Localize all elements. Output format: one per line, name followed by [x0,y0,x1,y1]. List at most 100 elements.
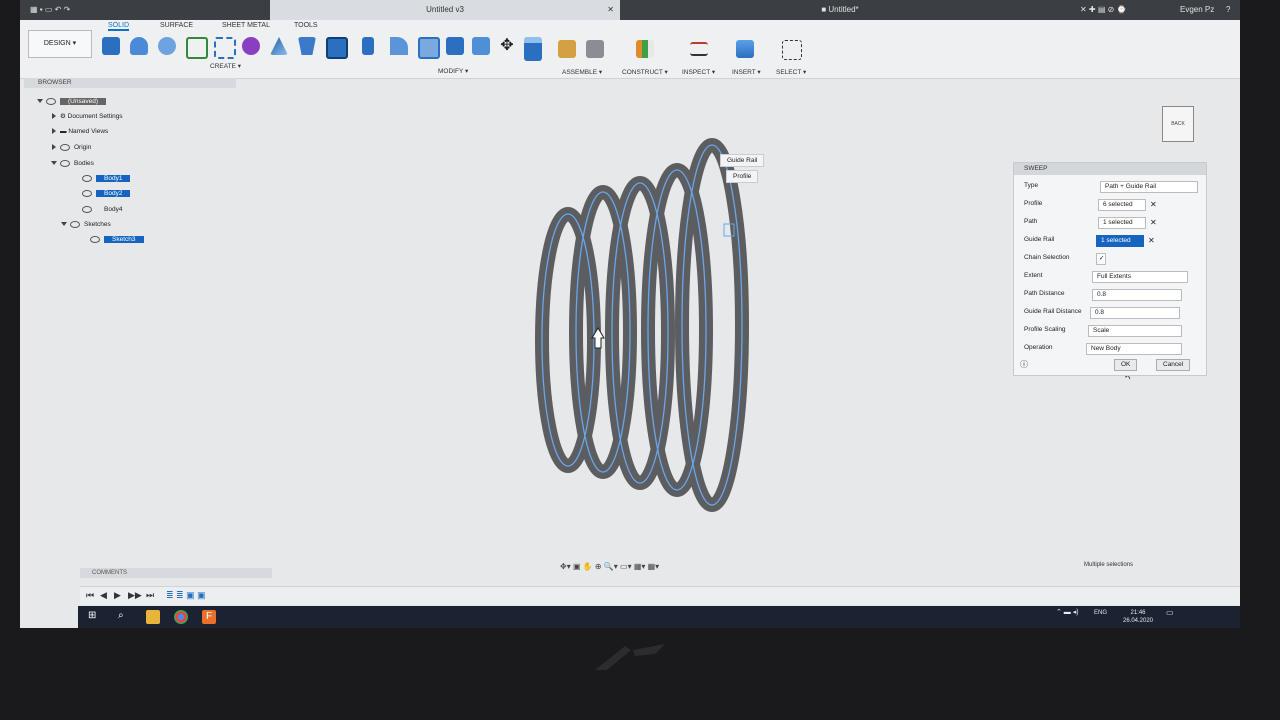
comments-panel[interactable]: COMMENTS [80,568,272,578]
fusion-360-icon[interactable]: F [202,610,216,624]
timeline-play-icon[interactable]: ▶ [114,590,121,601]
search-icon[interactable]: ⌕ [118,610,132,624]
eye-icon[interactable] [90,235,100,243]
split-icon[interactable] [472,37,490,55]
clear-path-icon[interactable]: ✕ [1150,216,1157,230]
measure-icon[interactable] [690,42,708,56]
timeline-next-icon[interactable]: ▶▶ [128,590,142,601]
tree-origin[interactable]: Origin [52,142,91,153]
insert-image-icon[interactable] [736,40,754,58]
eye-icon[interactable] [82,189,92,197]
eye-icon[interactable] [46,97,56,105]
info-icon[interactable]: ⓘ [1020,359,1028,370]
profile-scaling-select[interactable]: Scale [1088,325,1182,337]
extrude-icon[interactable] [130,37,148,55]
eye-icon[interactable] [60,143,70,151]
combine-icon[interactable] [446,37,464,55]
eye-icon[interactable] [70,220,80,228]
tab-tools[interactable]: TOOLS [294,22,318,29]
ok-button[interactable]: OK [1114,359,1138,371]
clock[interactable]: 21:46 26.04.2020 [1118,609,1158,625]
chrome-icon[interactable] [174,610,188,624]
path-row: Path 1 selected ✕ [1014,215,1206,229]
fillet-icon[interactable] [390,37,408,55]
select-icon[interactable] [782,40,802,60]
timeline-prev-icon[interactable]: ◀ [100,590,107,601]
navigation-bar[interactable]: ✥▾ ▣ ✋ ⊕ 🔍▾ ▭▾ ▦▾ ▦▾ [560,562,700,574]
inspect-group-label[interactable]: INSPECT ▾ [682,68,715,76]
context-menu-guide-rail[interactable]: Guide Rail [720,154,765,167]
press-pull-icon[interactable] [362,37,374,55]
move-icon[interactable]: ✥ [498,37,516,55]
tree-root[interactable]: (Unsaved) [37,96,106,107]
profile-selector[interactable]: 6 selected [1098,199,1146,211]
clear-guide-rail-icon[interactable]: ✕ [1148,234,1155,248]
joint-icon[interactable] [586,40,604,58]
coil-edge-3 [611,182,669,484]
guide-rail-distance-input[interactable]: 0.8 [1090,307,1180,319]
loft-icon[interactable] [270,37,288,55]
create-sketch-icon[interactable] [186,37,208,59]
chain-selection-checkbox[interactable]: ✓ [1096,253,1106,265]
tree-body2[interactable]: Body2 [82,188,131,199]
sweep-title[interactable]: SWEEP [1014,163,1206,175]
eye-icon[interactable] [82,174,92,182]
timeline-end-icon[interactable]: ⏭ [146,590,154,601]
tree-sketches[interactable]: Sketches [61,219,111,230]
construct-group-label[interactable]: CONSTRUCT ▾ [622,68,668,76]
browser-title[interactable]: BROWSER [24,78,236,88]
tree-sketch3[interactable]: Sketch3 [90,234,144,245]
extent-select[interactable]: Full Extents [1092,271,1188,283]
type-select[interactable]: Path + Guide Rail [1100,181,1198,193]
web-icon[interactable] [326,37,348,59]
file-explorer-icon[interactable] [146,610,160,624]
insert-group-label[interactable]: INSERT ▾ [732,68,761,76]
windows-start-icon[interactable]: ⊞ [88,610,102,624]
document-tab-untitled-v3[interactable]: Untitled v3 ✕ [270,0,620,20]
new-component-assemble-icon[interactable] [558,40,576,58]
guide-rail-selector[interactable]: 1 selected [1096,235,1144,247]
timeline-start-icon[interactable]: ⏮ [86,590,94,601]
offset-plane-icon[interactable] [636,40,654,58]
clear-profile-icon[interactable]: ✕ [1150,198,1157,212]
help-icon[interactable]: ? [1216,0,1240,20]
notifications-icon[interactable]: ▭ [1166,609,1174,617]
cancel-button[interactable]: Cancel [1156,359,1191,371]
document-tab-untitled[interactable]: ■ Untitled* [620,0,1060,20]
eye-icon[interactable] [82,205,92,213]
language-indicator[interactable]: ENG [1094,609,1107,617]
operation-row: Operation New Body [1014,341,1206,355]
shell-icon[interactable] [418,37,440,59]
tree-named-views[interactable]: ▬ Named Views [52,126,108,137]
windows-taskbar: ⊞ ⌕ F ⌃ ▬ ◂) ENG 21:46 26.04.2020 ▭ [78,606,1240,628]
assemble-group-label[interactable]: ASSEMBLE ▾ [562,68,602,76]
select-group-label[interactable]: SELECT ▾ [776,68,806,76]
tree-bodies[interactable]: Bodies [51,158,94,169]
sweep-icon[interactable] [214,37,236,59]
design-workspace-button[interactable]: DESIGN ▾ [28,30,92,58]
tab-solid[interactable]: SOLID [108,22,130,31]
path-distance-input[interactable]: 0.8 [1092,289,1182,301]
revolve-icon[interactable] [158,37,176,55]
align-icon[interactable] [524,37,542,61]
tab-surface[interactable]: SURFACE [160,22,193,29]
tree-document-settings[interactable]: ⚙ Document Settings [52,111,123,122]
rib-icon[interactable] [298,37,316,55]
close-icon[interactable]: ✕ [607,0,614,20]
toolbar-icons[interactable]: ✕ ✚ ▤ ⊘ ⌚ [1070,0,1137,20]
tree-body4[interactable]: Body4 [82,204,122,215]
new-component-icon[interactable] [102,37,120,55]
form-icon[interactable] [242,37,260,55]
timeline-feature-icons[interactable]: ≣ ≣ ▣ ▣ [166,590,206,601]
create-group-label[interactable]: CREATE ▾ [210,62,241,70]
path-selector[interactable]: 1 selected [1098,217,1146,229]
tree-body1[interactable]: Body1 [82,173,131,184]
eye-icon[interactable] [60,159,70,167]
context-menu-profile[interactable]: Profile [726,170,759,183]
app-menu-icon[interactable]: ▦ ▪ ▭ ↶ ↷ [20,0,80,20]
modify-group-label[interactable]: MODIFY ▾ [438,67,468,75]
view-cube[interactable]: BACK [1162,106,1194,142]
tab-sheet-metal[interactable]: SHEET METAL [222,22,270,29]
operation-select[interactable]: New Body [1086,343,1182,355]
tray-icons[interactable]: ⌃ ▬ ◂) [1056,609,1079,617]
